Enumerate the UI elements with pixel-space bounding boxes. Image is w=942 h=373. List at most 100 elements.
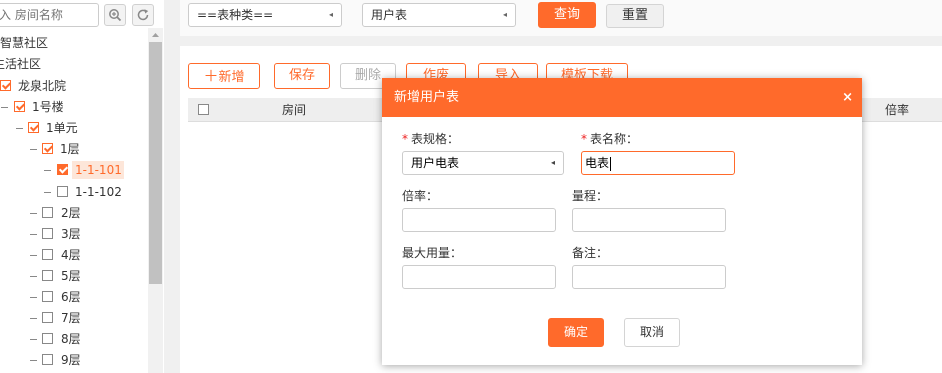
- checkbox[interactable]: [42, 270, 53, 281]
- caret-left-icon: ◂: [550, 158, 555, 167]
- reset-button[interactable]: 重置: [606, 4, 664, 28]
- add-button[interactable]: ＋新增: [188, 63, 260, 89]
- tree-line: [1, 107, 8, 108]
- meter-type-select[interactable]: ==表种类== ◂: [188, 3, 342, 27]
- refresh-icon[interactable]: [132, 4, 154, 26]
- spec-select[interactable]: 用户电表 ◂: [402, 151, 564, 175]
- spec-select-value: 用户电表: [411, 156, 460, 170]
- checkbox[interactable]: [42, 143, 53, 154]
- tree-node-building-1[interactable]: 1号楼: [0, 98, 120, 116]
- tree-node-longquan[interactable]: 龙泉北院: [0, 77, 120, 95]
- tree-node-unit-1[interactable]: 1单元: [0, 119, 120, 137]
- checkbox[interactable]: [0, 80, 11, 91]
- tree-node-label: 7层: [61, 311, 81, 325]
- checkbox[interactable]: [42, 354, 53, 365]
- checkbox[interactable]: [14, 101, 25, 112]
- tree-node-label: 智慧社区: [0, 36, 49, 50]
- tree-node-floor-4[interactable]: 4层: [0, 246, 120, 264]
- tree-node-floor-9[interactable]: 9层: [0, 351, 120, 369]
- cancel-button[interactable]: 取消: [624, 318, 680, 347]
- max-usage-input[interactable]: [402, 265, 556, 289]
- save-button[interactable]: 保存: [274, 63, 330, 89]
- checkbox[interactable]: [28, 122, 39, 133]
- tree-node-room-101[interactable]: 1-1-101: [0, 161, 130, 179]
- tree-node-label: 4层: [61, 248, 81, 262]
- plus-icon: ＋: [203, 67, 219, 85]
- tree-line: [30, 255, 37, 256]
- tree-node-label: 3层: [61, 227, 81, 241]
- filter-bar: ==表种类== ◂ 用户表 ◂ 查询 重置: [180, 0, 942, 36]
- tree-scrollbar-thumb[interactable]: [149, 42, 162, 284]
- add-meter-dialog: 新增用户表 × * 表规格： 用户电表 ◂ * 表名称： 电表 倍率： 量程： 最大…: [382, 78, 862, 365]
- tree-node-floor-7[interactable]: 7层: [0, 309, 120, 327]
- tree-node-floor-1[interactable]: 1层: [0, 140, 120, 158]
- tree-node-label: 1号楼: [32, 100, 64, 114]
- tree-node-floor-3[interactable]: 3层: [0, 225, 120, 243]
- tree-node-label: 1层: [60, 142, 80, 156]
- tree-node-floor-5[interactable]: 5层: [0, 267, 120, 285]
- meter-select-value: 用户表: [371, 8, 408, 22]
- tree-node-label: 1单元: [46, 121, 78, 135]
- max-usage-label: 最大用量：: [402, 246, 463, 260]
- tree-line: [30, 318, 37, 319]
- meter-name-value: 电表: [585, 156, 610, 170]
- remark-input[interactable]: [572, 265, 726, 289]
- tree-line: [30, 297, 37, 298]
- ratio-label: 倍率：: [402, 189, 439, 203]
- tree-node-label: 9层: [61, 353, 81, 367]
- remark-label: 备注：: [572, 246, 609, 260]
- tree-line: [30, 149, 37, 150]
- spec-label: * 表规格：: [402, 131, 459, 147]
- tree-node-floor-2[interactable]: 2层: [0, 204, 120, 222]
- checkbox[interactable]: [42, 249, 53, 260]
- tree-node-label: 8层: [61, 332, 81, 346]
- name-label: * 表名称：: [581, 131, 638, 147]
- confirm-button[interactable]: 确定: [548, 318, 604, 347]
- dialog-header: 新增用户表 ×: [382, 78, 862, 117]
- required-mark: *: [581, 132, 587, 146]
- tree-node-label: 6层: [61, 290, 81, 304]
- tree-node-room-102[interactable]: 1-1-102: [0, 183, 130, 201]
- checkbox[interactable]: [42, 333, 53, 344]
- checkbox[interactable]: [42, 291, 53, 302]
- caret-left-icon: ◂: [502, 10, 507, 19]
- text-cursor: [610, 156, 612, 171]
- column-header-room: 房间: [282, 103, 307, 117]
- checkbox[interactable]: [57, 164, 68, 175]
- name-label-text: 表名称：: [590, 132, 639, 146]
- required-mark: *: [402, 132, 408, 146]
- room-search-input[interactable]: [0, 3, 99, 27]
- tree-node-label: 1-1-102: [75, 185, 122, 199]
- close-icon[interactable]: ×: [842, 78, 853, 117]
- tree-line: [30, 234, 37, 235]
- tree-node-floor-8[interactable]: 8层: [0, 330, 120, 348]
- checkbox[interactable]: [42, 207, 53, 218]
- tree-node-label: 生活社区: [0, 57, 42, 71]
- tree-line: [44, 170, 51, 171]
- tree-line: [30, 276, 37, 277]
- tree-node-label: 2层: [61, 206, 81, 220]
- spec-label-text: 表规格：: [411, 132, 460, 146]
- ratio-input[interactable]: [402, 208, 556, 232]
- dialog-title: 新增用户表: [394, 90, 460, 105]
- add-button-label: 新增: [218, 70, 245, 85]
- meter-select[interactable]: 用户表 ◂: [362, 3, 516, 27]
- tree-line: [30, 339, 37, 340]
- checkbox[interactable]: [42, 312, 53, 323]
- scroll-up-arrow-icon[interactable]: [148, 28, 163, 42]
- checkbox[interactable]: [57, 186, 68, 197]
- query-button[interactable]: 查询: [538, 2, 596, 28]
- tree-node-floor-6[interactable]: 6层: [0, 288, 120, 306]
- meter-name-input[interactable]: 电表: [581, 151, 735, 175]
- range-label: 量程：: [572, 189, 609, 203]
- zoom-in-icon[interactable]: [104, 4, 126, 26]
- tree-line: [16, 128, 23, 129]
- tree-panel: 智慧社区 生活社区 龙泉北院 1号楼 1单元 1层 1-1-101 1-1-10…: [0, 0, 164, 373]
- range-input[interactable]: [572, 208, 726, 232]
- tree-node-label: 5层: [61, 269, 81, 283]
- select-all-checkbox[interactable]: [198, 104, 209, 115]
- tree-line: [44, 192, 51, 193]
- tree-node-label: 龙泉北院: [18, 79, 67, 93]
- column-header-ratio: 倍率: [885, 103, 910, 117]
- checkbox[interactable]: [42, 228, 53, 239]
